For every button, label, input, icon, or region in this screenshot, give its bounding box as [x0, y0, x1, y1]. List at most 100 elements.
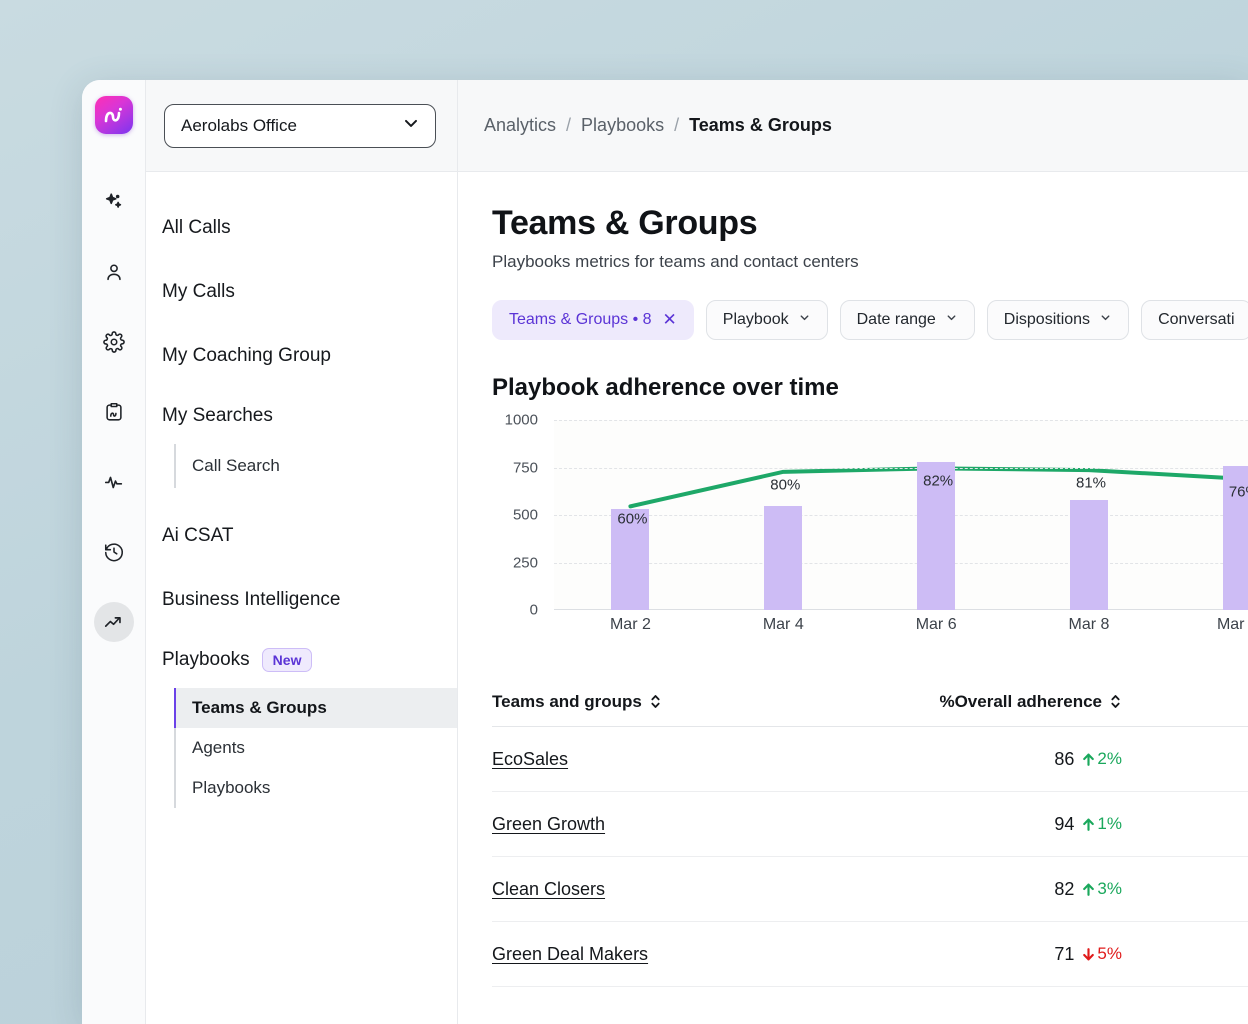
sidebar-item-all-calls[interactable]: All Calls: [146, 196, 457, 260]
activity-pulse-icon[interactable]: [94, 462, 134, 502]
filter-chip-label: Dispositions: [1004, 311, 1090, 329]
arrow-up-icon-delta: 2%: [1082, 749, 1122, 769]
chart-gridline: [554, 563, 1248, 564]
table-header-row: Teams and groups %Overall adherence %Ai …: [492, 677, 1248, 727]
sparkle-icon[interactable]: [94, 182, 134, 222]
chart-point-label: 76%: [1229, 483, 1248, 500]
breadcrumb: Analytics / Playbooks / Teams & Groups: [458, 80, 1248, 172]
cell-overall-adherence: 715%: [792, 944, 1122, 965]
chart-bar[interactable]: [764, 506, 802, 610]
filter-chip-teams-groups[interactable]: Teams & Groups • 8 ✕: [492, 300, 694, 340]
chart-gridline: [554, 515, 1248, 516]
sidebar-item-teams-and-groups[interactable]: Teams & Groups: [174, 688, 457, 728]
sidebar-item-playbooks[interactable]: Playbooks New: [146, 632, 457, 688]
table-body: EcoSales862%86Green Growth941%94Clean Cl…: [492, 727, 1248, 987]
table-row[interactable]: EcoSales 86 2%86: [492, 727, 1248, 792]
sidebar-item-ai-csat[interactable]: Ai CSAT: [146, 504, 457, 568]
chevron-down-icon: [945, 311, 958, 329]
sidebar-item-my-searches[interactable]: My Searches: [146, 388, 457, 444]
chart-plot-area: 60%80%82%81%76%96%: [554, 420, 1248, 610]
sidebar-item-playbooks-sub[interactable]: Playbooks: [176, 768, 457, 808]
arrow-up-icon-delta: 1%: [1082, 814, 1122, 834]
chevron-down-icon: [1099, 311, 1112, 329]
chart-x-axis-line: [554, 609, 1248, 610]
filter-chip-label: Conversati: [1158, 311, 1234, 329]
column-header-teams-and-groups[interactable]: Teams and groups: [492, 692, 792, 712]
sidebar-item-call-search[interactable]: Call Search: [176, 444, 457, 488]
team-link[interactable]: Green Growth: [492, 814, 605, 834]
y-axis-tick-label: 0: [530, 602, 538, 619]
chart-point-label: 80%: [770, 476, 800, 493]
icon-rail: [82, 80, 146, 1024]
x-axis-tick-label: Mar 8: [1069, 616, 1110, 634]
trending-up-icon[interactable]: [94, 602, 134, 642]
filter-chip-dispositions[interactable]: Dispositions: [987, 300, 1129, 340]
sidebar-item-my-coaching-group[interactable]: My Coaching Group: [146, 324, 457, 388]
sidebar-item-label: Ai CSAT: [162, 525, 233, 547]
y-axis-tick-label: 1000: [505, 412, 538, 429]
team-link[interactable]: Clean Closers: [492, 879, 605, 899]
team-link[interactable]: Green Deal Makers: [492, 944, 648, 964]
sidebar-item-agents[interactable]: Agents: [176, 728, 457, 768]
column-header-overall-adherence[interactable]: %Overall adherence: [792, 692, 1122, 712]
filter-chip-date-range[interactable]: Date range: [840, 300, 975, 340]
chart-gridline: [554, 420, 1248, 421]
y-axis-tick-label: 750: [513, 459, 538, 476]
teams-table: Teams and groups %Overall adherence %Ai …: [492, 677, 1248, 987]
filter-chip-conversation[interactable]: Conversati: [1141, 300, 1248, 340]
breadcrumb-item-current: Teams & Groups: [689, 115, 832, 136]
filter-chip-label: Date range: [857, 311, 936, 329]
chart-point-label: 82%: [923, 473, 953, 490]
sidebar-item-my-calls[interactable]: My Calls: [146, 260, 457, 324]
person-icon[interactable]: [94, 252, 134, 292]
cell-overall-adherence: 86 2%: [792, 749, 1122, 770]
clipboard-ai-icon[interactable]: [94, 392, 134, 432]
sort-icon[interactable]: [649, 693, 662, 710]
cell-team-name: Clean Closers: [492, 879, 792, 900]
chart-x-axis: Mar 2Mar 4Mar 6Mar 8Mar 10Mar 12: [554, 616, 1248, 642]
chart-bar[interactable]: [1070, 500, 1108, 610]
org-selector-value: Aerolabs Office: [181, 116, 297, 136]
adherence-value: 86: [1054, 749, 1074, 770]
gear-icon[interactable]: [94, 322, 134, 362]
breadcrumb-separator: /: [566, 115, 571, 136]
chevron-down-icon: [798, 311, 811, 329]
column-header-ai-completed[interactable]: %Ai completed: [1122, 692, 1248, 712]
close-icon[interactable]: ✕: [663, 310, 677, 330]
table-row[interactable]: Green Growth 941%94: [492, 792, 1248, 857]
breadcrumb-item-analytics[interactable]: Analytics: [484, 115, 556, 136]
sidebar-item-label: Playbooks: [162, 649, 250, 671]
column-label: Teams and groups: [492, 692, 642, 712]
my-searches-children: Call Search: [174, 444, 457, 488]
adherence-chart: 02505007501000 60%80%82%81%76%96% Mar 2M…: [492, 420, 1248, 635]
cell-ai-completed: 94: [1122, 814, 1248, 835]
column-label: %Overall adherence: [939, 692, 1102, 712]
filter-chip-playbook[interactable]: Playbook: [706, 300, 828, 340]
table-row[interactable]: Green Deal Makers 715%71: [492, 922, 1248, 987]
cell-team-name: EcoSales: [492, 749, 792, 770]
org-bar: Aerolabs Office: [146, 80, 457, 172]
adherence-value: 82: [1054, 879, 1074, 900]
breadcrumb-item-playbooks[interactable]: Playbooks: [581, 115, 664, 136]
chart-title: Playbook adherence over time: [492, 374, 1248, 402]
org-selector[interactable]: Aerolabs Office: [164, 104, 436, 148]
sidebar-item-label: My Coaching Group: [162, 345, 331, 367]
cell-ai-completed: 82: [1122, 879, 1248, 900]
table-row[interactable]: Clean Closers823%82: [492, 857, 1248, 922]
x-axis-tick-label: Mar 2: [610, 616, 651, 634]
app-logo[interactable]: [95, 96, 133, 134]
sidebar-item-business-intelligence[interactable]: Business Intelligence: [146, 568, 457, 632]
main-body: Teams & Groups Playbooks metrics for tea…: [458, 172, 1248, 987]
cell-ai-completed: 71: [1122, 944, 1248, 965]
cell-overall-adherence: 941%: [792, 814, 1122, 835]
sidebar-item-label: Call Search: [192, 456, 280, 476]
history-clock-icon[interactable]: [94, 532, 134, 572]
y-axis-tick-label: 500: [513, 507, 538, 524]
sort-icon[interactable]: [1109, 693, 1122, 710]
nav-sidebar: Aerolabs Office All Calls My Calls My Co…: [146, 80, 458, 1024]
arrow-up-icon-delta: 3%: [1082, 879, 1122, 899]
x-axis-tick-label: Mar 10: [1217, 616, 1248, 634]
app-window: Aerolabs Office All Calls My Calls My Co…: [82, 80, 1248, 1024]
ai-logo-glyph: [102, 103, 126, 127]
team-link[interactable]: EcoSales: [492, 749, 568, 769]
